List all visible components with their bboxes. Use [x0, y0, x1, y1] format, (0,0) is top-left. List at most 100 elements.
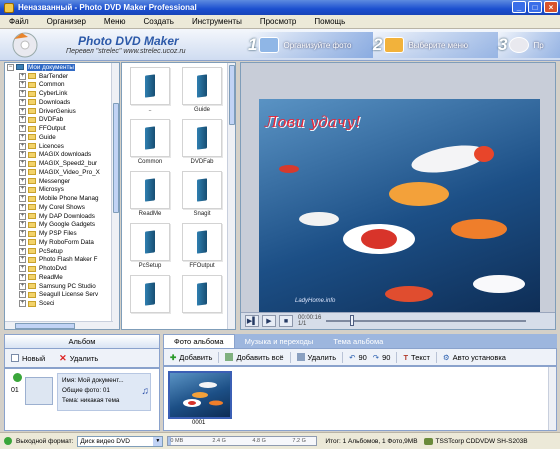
rotate-left-button[interactable]: ↶ 90	[349, 353, 367, 362]
close-button[interactable]: ×	[544, 1, 558, 13]
menu-view[interactable]: Просмотр	[251, 17, 306, 26]
tree-item[interactable]: + My Corel Shows	[5, 203, 119, 212]
step-burn[interactable]: 3 Пр	[498, 32, 560, 58]
menu-menu[interactable]: Меню	[95, 17, 135, 26]
expand-icon[interactable]: +	[19, 90, 26, 98]
seek-knob[interactable]	[350, 315, 355, 326]
photo-strip-scrollbar[interactable]	[548, 367, 556, 430]
delete-photo-button[interactable]: Удалить	[296, 353, 336, 362]
expand-icon[interactable]: +	[19, 265, 26, 273]
tree-item[interactable]: + PcSetup	[5, 247, 119, 256]
tree-item[interactable]: + DriverGenius	[5, 107, 119, 116]
expand-icon[interactable]: +	[19, 247, 26, 255]
folder-thumbnail[interactable]: ..	[128, 67, 172, 117]
tree-item[interactable]: + My PSP Files	[5, 229, 119, 238]
delete-album-button[interactable]: ✕ Удалить	[59, 353, 98, 364]
tree-item[interactable]: + Messenger	[5, 177, 119, 186]
add-photo-button[interactable]: ✚ Добавить	[170, 353, 212, 362]
expand-icon[interactable]: +	[19, 256, 26, 264]
new-album-button[interactable]: Новый	[11, 354, 45, 363]
minimize-button[interactable]: _	[512, 1, 526, 13]
album-item[interactable]: 01 Имя: Мой документ... Общие фото: 01 Т…	[11, 373, 153, 411]
scroll-thumb[interactable]	[113, 103, 119, 213]
expand-icon[interactable]: +	[19, 177, 26, 185]
step-organize[interactable]: 1 Организуйте фото	[248, 32, 373, 58]
maximize-button[interactable]: □	[528, 1, 542, 13]
tree-item[interactable]: + DVDFab	[5, 116, 119, 125]
tree-item[interactable]: + PhotoDvd	[5, 264, 119, 273]
collapse-icon[interactable]: −	[7, 63, 14, 71]
step-choose-menu[interactable]: 2 Выберите меню	[373, 32, 498, 58]
expand-icon[interactable]: +	[19, 195, 26, 203]
tree-item[interactable]: + Samsung PC Studio	[5, 282, 119, 291]
add-all-button[interactable]: Добавить всё	[225, 353, 284, 362]
scroll-thumb[interactable]	[15, 323, 75, 329]
expand-icon[interactable]: +	[19, 168, 26, 176]
expand-icon[interactable]: +	[19, 273, 26, 281]
tab-music-transitions[interactable]: Музыка и переходы	[235, 334, 324, 348]
tree-item[interactable]: + My DAP Downloads	[5, 212, 119, 221]
expand-icon[interactable]: +	[19, 125, 26, 133]
tree-horizontal-scrollbar[interactable]	[5, 321, 113, 329]
album-list[interactable]: 01 Имя: Мой документ... Общие фото: 01 Т…	[4, 368, 160, 431]
scroll-thumb[interactable]	[229, 65, 235, 125]
menu-help[interactable]: Помощь	[305, 17, 354, 26]
expand-icon[interactable]: +	[19, 212, 26, 220]
expand-icon[interactable]: +	[19, 186, 26, 194]
rotate-right-button[interactable]: ↷ 90	[373, 353, 391, 362]
auto-set-button[interactable]: ⚙ Авто установка	[443, 353, 506, 362]
tree-vertical-scrollbar[interactable]	[111, 63, 119, 329]
tab-album-photos[interactable]: Фото альбома	[163, 334, 235, 348]
tree-item[interactable]: + Licences	[5, 142, 119, 151]
tree-item[interactable]: + CyberLink	[5, 89, 119, 98]
folder-thumbnail[interactable]: FFOutput	[180, 223, 224, 273]
tree-item[interactable]: + MAGIX downloads	[5, 151, 119, 160]
menu-tools[interactable]: Инструменты	[183, 17, 251, 26]
expand-icon[interactable]: +	[19, 300, 26, 308]
tree-item[interactable]: + My RoboForm Data	[5, 238, 119, 247]
play-button[interactable]: ▶	[262, 315, 276, 327]
expand-icon[interactable]: +	[19, 133, 26, 141]
folder-thumbnail[interactable]: Common	[128, 119, 172, 169]
expand-icon[interactable]: +	[19, 81, 26, 89]
expand-icon[interactable]: +	[19, 160, 26, 168]
tab-album-theme[interactable]: Тема альбома	[323, 334, 393, 348]
tree-item[interactable]: + Mobile Phone Manag	[5, 194, 119, 203]
tree-item[interactable]: + My Google Gadgets	[5, 221, 119, 230]
expand-icon[interactable]: +	[19, 230, 26, 238]
menu-create[interactable]: Создать	[135, 17, 183, 26]
folder-thumbnail[interactable]: DVDFab	[180, 119, 224, 169]
play-album-icon[interactable]	[13, 373, 22, 382]
tree-item[interactable]: + Seagull License Serv	[5, 291, 119, 300]
expand-icon[interactable]: +	[19, 142, 26, 150]
folder-thumbnail[interactable]: Guide	[180, 67, 224, 117]
folder-thumbnail[interactable]	[128, 275, 172, 325]
tree-item[interactable]: + ReadMe	[5, 273, 119, 282]
tree-item[interactable]: + Photo Flash Maker F	[5, 256, 119, 265]
expand-icon[interactable]: +	[19, 203, 26, 211]
tree-item[interactable]: + Microsys	[5, 186, 119, 195]
menu-organizer[interactable]: Организер	[38, 17, 95, 26]
tree-item[interactable]: + Sceci	[5, 299, 119, 308]
folder-thumbnail[interactable]	[180, 275, 224, 325]
expand-icon[interactable]: +	[19, 107, 26, 115]
expand-icon[interactable]: +	[19, 98, 26, 106]
tree-root-item[interactable]: − Мои документы	[5, 63, 119, 72]
folder-tree[interactable]: − Мои документы + BarTender + Common + CyberLin…	[4, 62, 120, 330]
expand-icon[interactable]: +	[19, 72, 26, 80]
output-format-select[interactable]: Диск видео DVD ▼	[77, 435, 164, 447]
tree-item[interactable]: + Common	[5, 81, 119, 90]
photo-strip[interactable]: 0001	[163, 366, 557, 431]
expand-icon[interactable]: +	[19, 282, 26, 290]
folder-thumbnail[interactable]: ReadMe	[128, 171, 172, 221]
folder-thumbnail[interactable]: PcSetup	[128, 223, 172, 273]
stop-button[interactable]: ■	[279, 315, 293, 327]
expand-icon[interactable]: +	[19, 291, 26, 299]
tree-item[interactable]: + BarTender	[5, 72, 119, 81]
tree-item[interactable]: + MAGIX_Video_Pro_X	[5, 168, 119, 177]
tree-item[interactable]: + MAGIX_Speed2_bur	[5, 159, 119, 168]
album-tab[interactable]: Альбом	[4, 334, 160, 348]
expand-icon[interactable]: +	[19, 116, 26, 124]
folder-grid[interactable]: .. Guide Common DVDFab ReadMe Snagit PcSetup FF…	[121, 62, 236, 330]
tree-item[interactable]: + Downloads	[5, 98, 119, 107]
